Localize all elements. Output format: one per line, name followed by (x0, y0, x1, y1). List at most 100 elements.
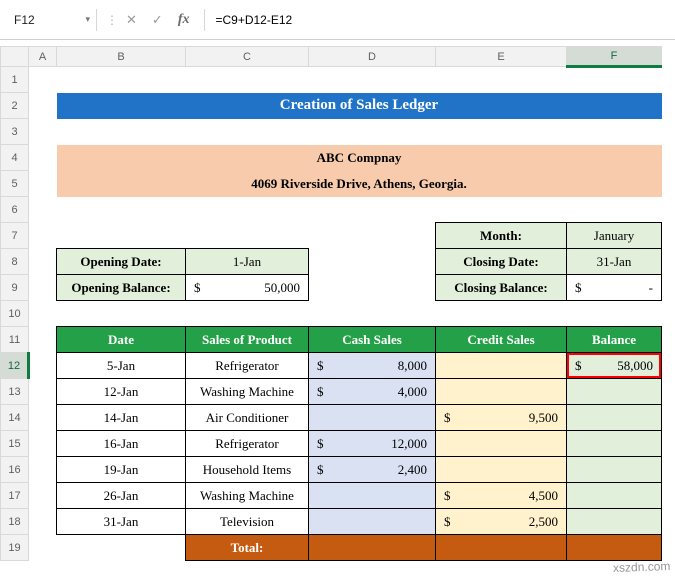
ledger-credit-cell[interactable] (435, 430, 567, 457)
ledger-credit-cell[interactable]: $4,500 (435, 482, 567, 509)
row-header-2[interactable]: 2 (0, 92, 29, 119)
ledger-balance-cell[interactable] (566, 456, 662, 483)
empty-row[interactable] (28, 196, 662, 223)
row-header-17[interactable]: 17 (0, 482, 29, 509)
cell-d9[interactable] (308, 274, 436, 301)
cell-a16[interactable] (28, 456, 57, 483)
ledger-date-cell[interactable]: 12-Jan (56, 378, 186, 405)
select-all-corner[interactable] (0, 46, 29, 67)
cell-a7[interactable] (28, 222, 57, 249)
ledger-header-product[interactable]: Sales of Product (185, 326, 309, 353)
ledger-product-cell[interactable]: Air Conditioner (185, 404, 309, 431)
ledger-product-cell[interactable]: Washing Machine (185, 378, 309, 405)
ledger-header-date[interactable]: Date (56, 326, 186, 353)
row-header-3[interactable]: 3 (0, 118, 29, 145)
row-header-10[interactable]: 10 (0, 300, 29, 327)
ledger-balance-cell[interactable] (566, 404, 662, 431)
month-value-cell[interactable]: January (566, 222, 662, 249)
ledger-header-cash[interactable]: Cash Sales (308, 326, 436, 353)
ledger-balance-cell[interactable] (566, 482, 662, 509)
ledger-cash-cell[interactable]: $8,000 (308, 352, 436, 379)
row-header-19[interactable]: 19 (0, 534, 29, 561)
sheet-title-banner[interactable]: Creation of Sales Ledger (56, 92, 662, 119)
name-box[interactable]: F12 ▾ (8, 8, 96, 32)
insert-function-icon[interactable]: fx (178, 12, 190, 28)
cell-a5[interactable] (28, 170, 57, 197)
col-header-c[interactable]: C (185, 46, 309, 67)
formula-input[interactable]: =C9+D12-E12 (215, 13, 292, 27)
cell-a12[interactable] (28, 352, 57, 379)
cell-a14[interactable] (28, 404, 57, 431)
cell-c7[interactable] (185, 222, 309, 249)
cell-a4[interactable] (28, 144, 57, 171)
ledger-cash-cell[interactable]: $2,400 (308, 456, 436, 483)
opening-balance-value-cell[interactable]: $ 50,000 (185, 274, 309, 301)
chevron-down-icon[interactable]: ▾ (85, 14, 90, 25)
ledger-credit-cell[interactable]: $9,500 (435, 404, 567, 431)
ledger-date-cell[interactable]: 16-Jan (56, 430, 186, 457)
ledger-date-cell[interactable]: 5-Jan (56, 352, 186, 379)
ledger-date-cell[interactable]: 14-Jan (56, 404, 186, 431)
row-header-18[interactable]: 18 (0, 508, 29, 535)
row-header-12[interactable]: 12 (0, 352, 30, 379)
ledger-credit-cell[interactable] (435, 378, 567, 405)
ledger-header-credit[interactable]: Credit Sales (435, 326, 567, 353)
ledger-product-cell[interactable]: Television (185, 508, 309, 535)
col-header-e[interactable]: E (435, 46, 567, 67)
ledger-balance-cell[interactable] (566, 378, 662, 405)
row-header-13[interactable]: 13 (0, 378, 29, 405)
row-header-11[interactable]: 11 (0, 326, 29, 353)
ledger-balance-cell-selected[interactable]: $58,000 (566, 352, 662, 379)
opening-balance-label-cell[interactable]: Opening Balance: (56, 274, 186, 301)
ledger-product-cell[interactable]: Washing Machine (185, 482, 309, 509)
row-header-4[interactable]: 4 (0, 144, 29, 171)
closing-date-label-cell[interactable]: Closing Date: (435, 248, 567, 275)
col-header-a[interactable]: A (28, 46, 57, 67)
formula-bar-resize-handle-icon[interactable]: ⋮ (106, 13, 118, 27)
ledger-cash-cell[interactable] (308, 508, 436, 535)
col-header-f[interactable]: F (566, 46, 662, 68)
month-label-cell[interactable]: Month: (435, 222, 567, 249)
cell-a2[interactable] (28, 92, 57, 119)
row-header-14[interactable]: 14 (0, 404, 29, 431)
ledger-balance-cell[interactable] (566, 430, 662, 457)
cell-a8[interactable] (28, 248, 57, 275)
cell-b19[interactable] (56, 534, 186, 561)
cell-a17[interactable] (28, 482, 57, 509)
cell-b7[interactable] (56, 222, 186, 249)
total-balance-cell[interactable] (566, 534, 662, 561)
empty-row[interactable] (28, 300, 662, 327)
cell-a13[interactable] (28, 378, 57, 405)
ledger-cash-cell[interactable]: $4,000 (308, 378, 436, 405)
ledger-cash-cell[interactable] (308, 482, 436, 509)
row-header-9[interactable]: 9 (0, 274, 29, 301)
total-label-cell[interactable]: Total: (185, 534, 309, 561)
total-cash-cell[interactable] (308, 534, 436, 561)
cell-a9[interactable] (28, 274, 57, 301)
row-header-15[interactable]: 15 (0, 430, 29, 457)
company-name-cell[interactable]: ABC Compnay (56, 144, 662, 171)
col-header-d[interactable]: D (308, 46, 436, 67)
ledger-product-cell[interactable]: Refrigerator (185, 430, 309, 457)
row-header-7[interactable]: 7 (0, 222, 29, 249)
opening-date-label-cell[interactable]: Opening Date: (56, 248, 186, 275)
ledger-credit-cell[interactable] (435, 352, 567, 379)
empty-row[interactable] (28, 66, 662, 93)
row-header-1[interactable]: 1 (0, 66, 29, 93)
ledger-product-cell[interactable]: Refrigerator (185, 352, 309, 379)
ledger-cash-cell[interactable] (308, 404, 436, 431)
ledger-credit-cell[interactable]: $2,500 (435, 508, 567, 535)
cell-a19[interactable] (28, 534, 57, 561)
closing-balance-label-cell[interactable]: Closing Balance: (435, 274, 567, 301)
empty-row[interactable] (28, 118, 662, 145)
closing-balance-value-cell[interactable]: $ - (566, 274, 662, 301)
ledger-header-balance[interactable]: Balance (566, 326, 662, 353)
company-address-cell[interactable]: 4069 Riverside Drive, Athens, Georgia. (56, 170, 662, 197)
opening-date-value-cell[interactable]: 1-Jan (185, 248, 309, 275)
row-header-8[interactable]: 8 (0, 248, 29, 275)
enter-icon[interactable]: ✓ (152, 12, 163, 28)
ledger-date-cell[interactable]: 31-Jan (56, 508, 186, 535)
col-header-b[interactable]: B (56, 46, 186, 67)
row-header-16[interactable]: 16 (0, 456, 29, 483)
ledger-date-cell[interactable]: 26-Jan (56, 482, 186, 509)
